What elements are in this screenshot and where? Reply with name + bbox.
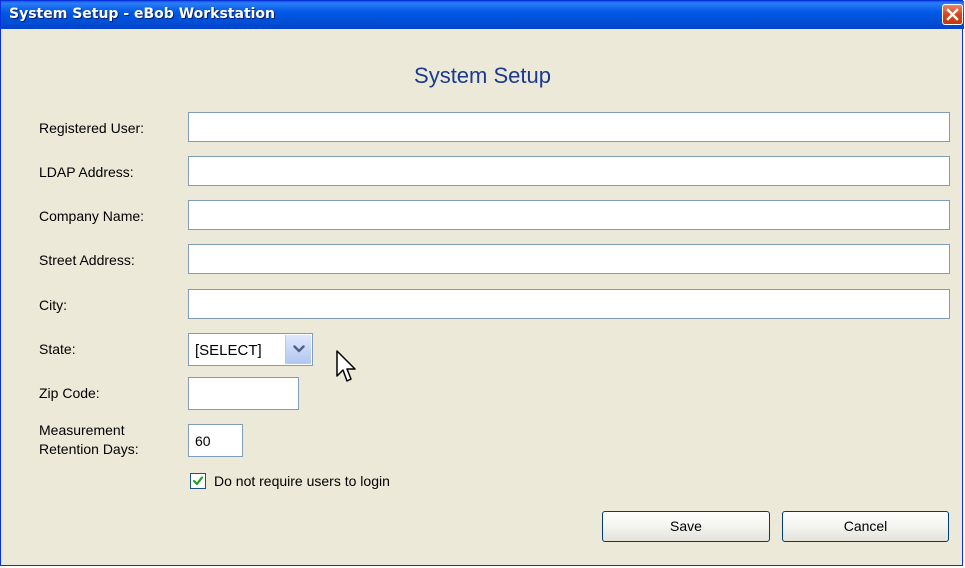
save-button[interactable]: Save bbox=[602, 511, 770, 542]
state-select[interactable]: [SELECT] bbox=[188, 333, 313, 366]
city-input[interactable] bbox=[188, 289, 950, 319]
ldap-address-label: LDAP Address: bbox=[39, 164, 134, 180]
cancel-button[interactable]: Cancel bbox=[782, 511, 949, 542]
mouse-cursor-icon bbox=[336, 350, 356, 382]
retention-days-label-line2: Retention Days: bbox=[39, 441, 139, 457]
state-label: State: bbox=[39, 341, 76, 357]
no-login-checkbox-label[interactable]: Do not require users to login bbox=[214, 473, 390, 489]
registered-user-label: Registered User: bbox=[39, 120, 145, 136]
street-address-label: Street Address: bbox=[39, 252, 135, 268]
close-icon bbox=[946, 8, 959, 21]
window-title: System Setup - eBob Workstation bbox=[9, 6, 276, 22]
title-bar[interactable]: System Setup - eBob Workstation bbox=[1, 1, 964, 29]
state-dropdown-button[interactable] bbox=[285, 335, 311, 364]
ldap-address-input[interactable] bbox=[188, 156, 950, 186]
close-button[interactable] bbox=[942, 4, 963, 25]
checkmark-icon bbox=[192, 476, 204, 486]
retention-days-input[interactable]: 60 bbox=[188, 424, 243, 457]
retention-days-label-line1: Measurement bbox=[39, 422, 125, 438]
chevron-down-icon bbox=[293, 345, 305, 353]
zip-code-label: Zip Code: bbox=[39, 385, 100, 401]
no-login-checkbox[interactable] bbox=[190, 473, 206, 489]
company-name-input[interactable] bbox=[188, 200, 950, 230]
street-address-input[interactable] bbox=[188, 244, 950, 274]
registered-user-input[interactable] bbox=[188, 112, 950, 142]
state-selected-value: [SELECT] bbox=[195, 342, 262, 359]
page-title: System Setup bbox=[414, 63, 551, 88]
zip-code-input[interactable] bbox=[188, 377, 299, 410]
company-name-label: Company Name: bbox=[39, 208, 145, 224]
system-setup-window: System Setup - eBob Workstation System S… bbox=[0, 0, 964, 566]
city-label: City: bbox=[39, 297, 67, 313]
